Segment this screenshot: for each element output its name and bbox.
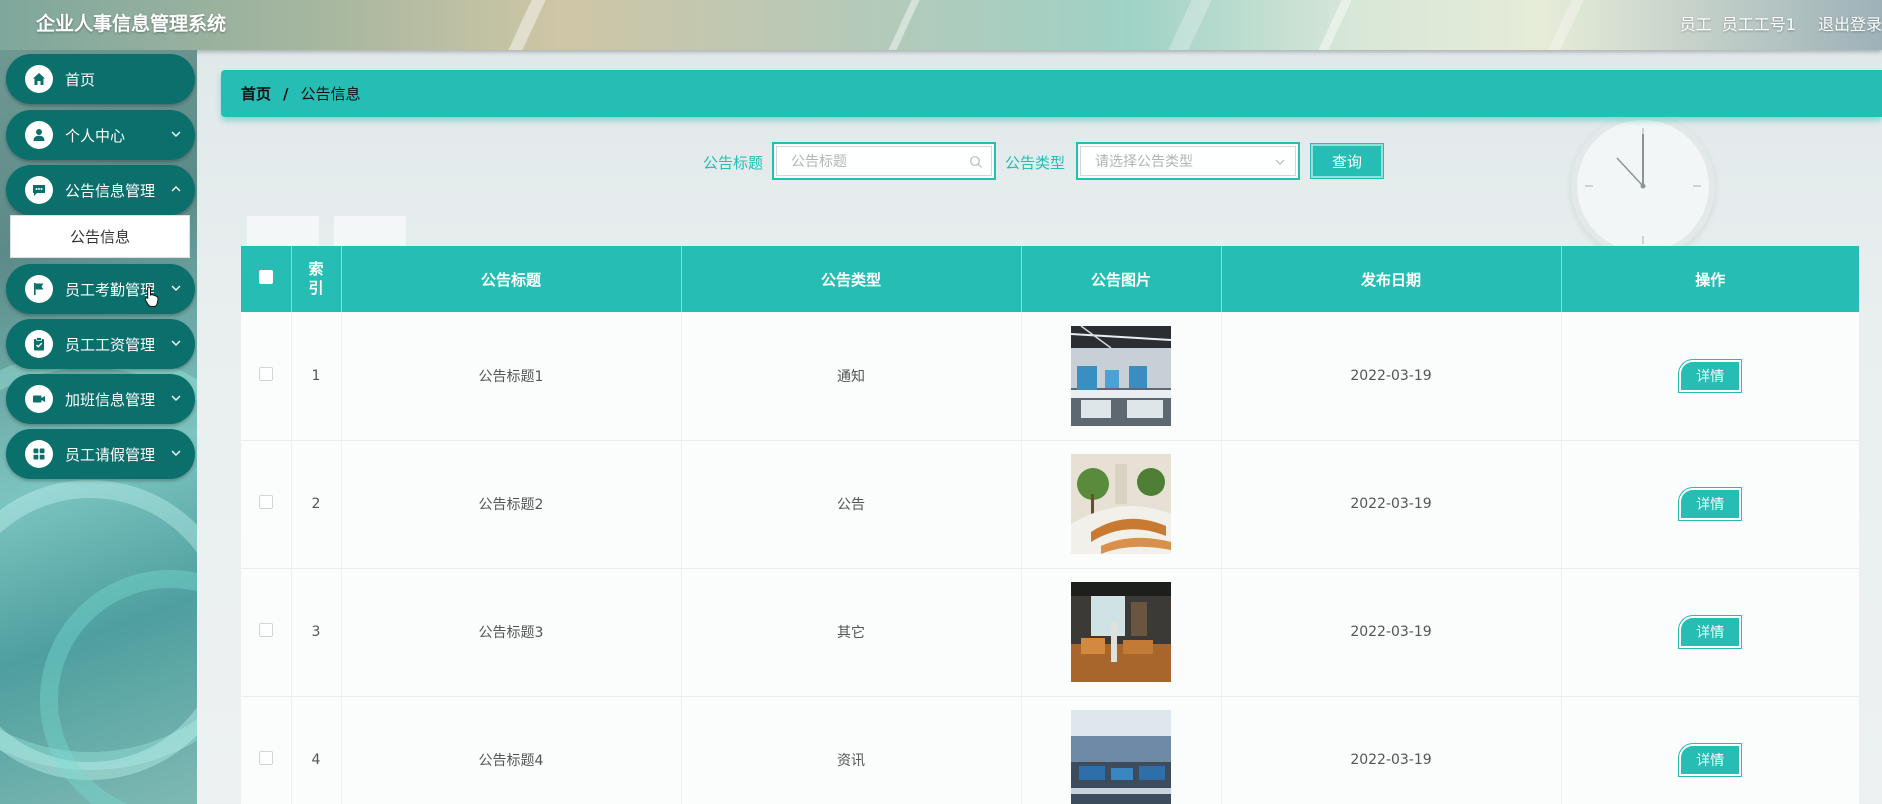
row-date: 2022-03-19	[1221, 696, 1562, 804]
row-date: 2022-03-19	[1221, 568, 1562, 696]
row-title: 公告标题2	[341, 440, 682, 568]
sidebar-item-notice-management[interactable]: 公告信息管理	[6, 165, 195, 215]
row-index: 2	[291, 440, 342, 568]
clock-decoration	[1571, 114, 1715, 258]
row-type: 公告	[681, 440, 1022, 568]
detail-button[interactable]: 详情	[1678, 615, 1743, 649]
sidebar-item-label: 员工考勤管理	[65, 280, 156, 299]
sidebar-item-label: 公告信息管理	[65, 181, 156, 200]
home-icon	[25, 65, 53, 93]
header-title: 公告标题	[341, 246, 682, 312]
search-icon	[970, 156, 982, 168]
notice-image	[1071, 710, 1171, 804]
row-date: 2022-03-19	[1221, 312, 1562, 440]
detail-button[interactable]: 详情	[1678, 743, 1743, 777]
row-title: 公告标题1	[341, 312, 682, 440]
header-index: 索引	[291, 246, 342, 312]
clipboard-check-icon	[25, 330, 53, 358]
row-date: 2022-03-19	[1221, 440, 1562, 568]
chevron-up-icon	[171, 186, 181, 192]
row-checkbox[interactable]	[258, 751, 273, 765]
sidebar-item-label: 个人中心	[65, 126, 126, 145]
chevron-down-icon	[171, 285, 181, 291]
user-role: 员工	[1679, 15, 1712, 34]
submenu-item-notice-info[interactable]: 公告信息	[10, 215, 190, 258]
chevron-down-icon	[171, 450, 181, 456]
row-type: 通知	[681, 312, 1022, 440]
type-select[interactable]: 请选择公告类型	[1076, 142, 1300, 180]
chevron-down-icon	[1275, 159, 1285, 165]
sidebar	[0, 50, 197, 804]
message-icon	[25, 176, 53, 204]
title-search-placeholder: 公告标题	[791, 154, 847, 170]
breadcrumb-home[interactable]: 首页	[241, 83, 271, 104]
type-select-label: 公告类型	[1005, 154, 1066, 172]
title-search-label: 公告标题	[703, 154, 764, 172]
table-row: 2 公告标题2 公告 2022-03-19 详情	[241, 440, 1859, 568]
sidebar-item-leave-management[interactable]: 员工请假管理	[6, 429, 195, 479]
logout-link[interactable]: 退出登录	[1818, 11, 1882, 35]
row-index: 3	[291, 568, 342, 696]
chevron-down-icon	[171, 395, 181, 401]
user-icon	[25, 121, 53, 149]
type-select-placeholder: 请选择公告类型	[1095, 154, 1193, 170]
sidebar-item-home[interactable]: 首页	[6, 54, 195, 104]
mouse-cursor-icon	[144, 286, 159, 307]
flag-icon	[25, 275, 53, 303]
main-content: 首页 / 公告信息 公告标题 公告标题 公告类型 请选择公告类型 查询 索引 公…	[197, 50, 1882, 804]
title-search-input[interactable]: 公告标题	[772, 142, 996, 180]
notice-image	[1071, 454, 1171, 554]
header-image: 公告图片	[1021, 246, 1222, 312]
sidebar-item-overtime-management[interactable]: 加班信息管理	[6, 374, 195, 424]
detail-button[interactable]: 详情	[1678, 487, 1743, 521]
row-type: 其它	[681, 568, 1022, 696]
table-row: 1 公告标题1 通知 2022-03-19 详情	[241, 312, 1859, 440]
sidebar-item-label: 员工请假管理	[65, 445, 156, 464]
query-button[interactable]: 查询	[1310, 143, 1384, 179]
breadcrumb-separator: /	[283, 84, 289, 103]
chevron-down-icon	[171, 340, 181, 346]
search-bar: 公告标题 公告标题 公告类型 请选择公告类型 查询	[197, 142, 1882, 182]
sidebar-item-attendance-management[interactable]: 员工考勤管理	[6, 264, 195, 314]
header-date: 发布日期	[1221, 246, 1562, 312]
table-row: 4 公告标题4 资讯 2022-03-19 详情	[241, 696, 1859, 804]
sidebar-item-label: 首页	[65, 70, 96, 89]
sidebar-item-label: 加班信息管理	[65, 390, 156, 409]
row-title: 公告标题3	[341, 568, 682, 696]
select-all-checkbox[interactable]	[258, 270, 273, 284]
table-row: 3 公告标题3 其它 2022-03-19 详情	[241, 568, 1859, 696]
breadcrumb-current: 公告信息	[300, 85, 361, 103]
breadcrumb: 首页 / 公告信息	[221, 70, 1882, 117]
sidebar-item-label: 员工工资管理	[65, 335, 156, 354]
notice-table: 索引 公告标题 公告类型 公告图片 发布日期 操作 1 公告标题1 通知 202…	[241, 246, 1859, 804]
table-header-row: 索引 公告标题 公告类型 公告图片 发布日期 操作	[241, 246, 1859, 312]
video-icon	[25, 385, 53, 413]
header-action: 操作	[1695, 270, 1726, 289]
app-title: 企业人事信息管理系统	[36, 13, 227, 35]
notice-image	[1071, 582, 1171, 682]
chevron-down-icon	[171, 131, 181, 137]
user-info: 员工 员工工号1 退出登录	[1680, 11, 1882, 35]
notice-image	[1071, 325, 1171, 426]
row-checkbox[interactable]	[258, 495, 273, 509]
top-header: 企业人事信息管理系统 员工 员工工号1 退出登录	[0, 0, 1882, 50]
detail-button[interactable]: 详情	[1678, 358, 1743, 393]
user-name: 员工工号1	[1721, 15, 1796, 34]
sidebar-item-personal-center[interactable]: 个人中心	[6, 110, 195, 160]
select-all-cell	[241, 246, 292, 312]
sidebar-item-salary-management[interactable]: 员工工资管理	[6, 319, 195, 369]
row-index: 4	[291, 696, 342, 804]
row-type: 资讯	[681, 696, 1022, 804]
row-checkbox[interactable]	[258, 623, 273, 637]
header-type: 公告类型	[681, 246, 1022, 312]
row-title: 公告标题4	[341, 696, 682, 804]
grid-icon	[25, 440, 53, 468]
row-checkbox[interactable]	[258, 366, 273, 381]
row-index: 1	[291, 312, 342, 440]
